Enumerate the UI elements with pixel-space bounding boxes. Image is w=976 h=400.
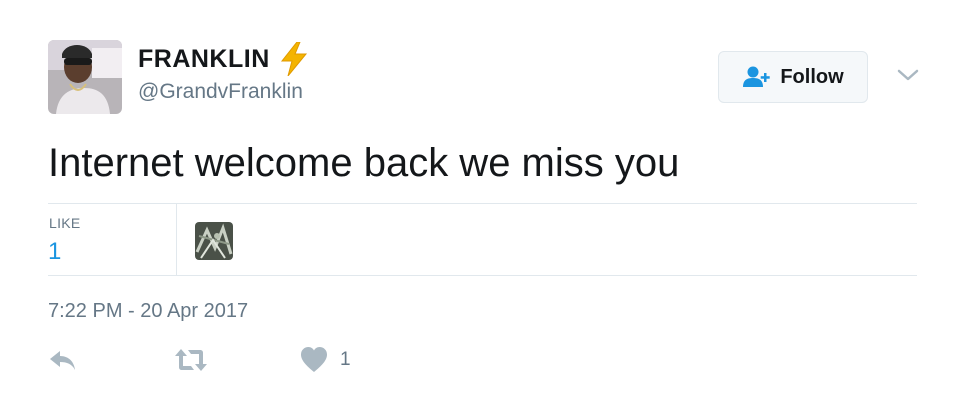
reply-icon — [50, 351, 75, 370]
tweet-text: Internet welcome back we miss you — [48, 141, 680, 185]
author-handle[interactable]: @GrandvFranklin — [138, 80, 303, 104]
add-user-icon — [743, 66, 771, 87]
liker-avatar-icon — [195, 222, 233, 260]
author-name-row[interactable]: FRANKLIN — [138, 41, 308, 77]
author-display-name[interactable]: FRANKLIN — [138, 45, 270, 74]
liker-avatar[interactable] — [195, 222, 233, 260]
like-stat-count[interactable]: 1 — [48, 238, 61, 266]
like-action-count: 1 — [340, 349, 351, 370]
retweet-icon — [175, 349, 207, 371]
retweet-button[interactable] — [173, 345, 209, 375]
like-stat[interactable]: LIKE 1 — [48, 204, 177, 275]
tweet-timestamp[interactable]: 7:22 PM - 20 Apr 2017 — [48, 300, 248, 323]
like-stat-label: LIKE — [49, 215, 81, 231]
more-options-chevron-down-icon[interactable] — [895, 66, 921, 84]
profile-photo-icon — [48, 40, 122, 114]
reply-button[interactable] — [48, 345, 78, 375]
heart-icon — [301, 347, 327, 372]
follow-button[interactable]: Follow — [718, 51, 868, 103]
tweet-stats: LIKE 1 — [48, 203, 917, 276]
author-avatar[interactable] — [48, 40, 122, 114]
follow-button-label: Follow — [780, 65, 844, 88]
lightning-bolt-icon — [280, 41, 308, 77]
like-button[interactable]: 1 — [300, 345, 351, 375]
